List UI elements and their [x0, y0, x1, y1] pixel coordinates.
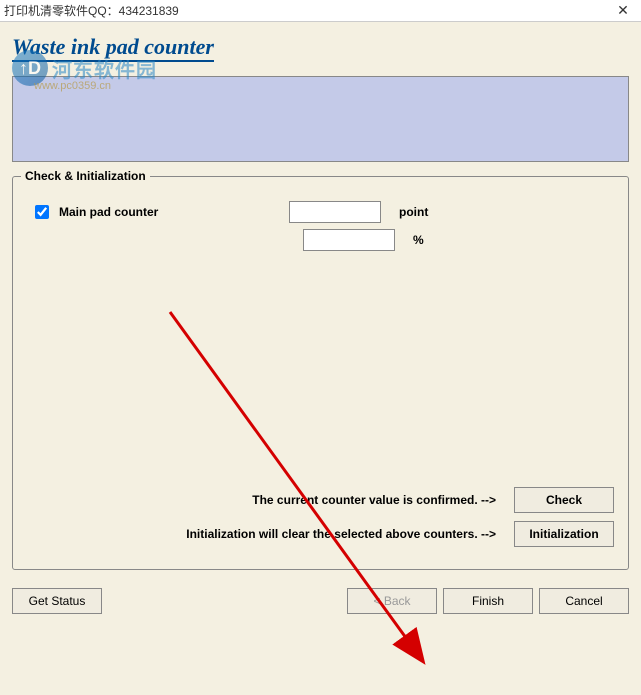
- initialization-button[interactable]: Initialization: [514, 521, 614, 547]
- percent-unit: %: [413, 233, 424, 247]
- point-unit: point: [399, 205, 428, 219]
- cancel-button[interactable]: Cancel: [539, 588, 629, 614]
- check-row: The current counter value is confirmed. …: [27, 487, 614, 513]
- page-title: Waste ink pad counter: [12, 34, 214, 62]
- window-title: 打印机清零软件QQ：434231839: [4, 2, 609, 19]
- content-area: ↑D 河东软件园 www.pc0359.cn Waste ink pad cou…: [0, 22, 641, 695]
- button-bar: Get Status < Back Finish Cancel: [12, 588, 629, 614]
- log-textarea[interactable]: [12, 76, 629, 162]
- main-pad-label: Main pad counter: [59, 205, 289, 219]
- finish-button[interactable]: Finish: [443, 588, 533, 614]
- main-pad-row: Main pad counter point: [27, 201, 614, 223]
- init-info-text: Initialization will clear the selected a…: [186, 527, 496, 541]
- bottom-info: The current counter value is confirmed. …: [27, 487, 614, 555]
- point-input[interactable]: [289, 201, 381, 223]
- init-row: Initialization will clear the selected a…: [27, 521, 614, 547]
- check-button[interactable]: Check: [514, 487, 614, 513]
- close-icon[interactable]: ✕: [609, 2, 637, 19]
- main-pad-checkbox[interactable]: [35, 205, 49, 219]
- group-legend: Check & Initialization: [21, 169, 150, 183]
- back-button[interactable]: < Back: [347, 588, 437, 614]
- check-init-group: Check & Initialization Main pad counter …: [12, 176, 629, 570]
- get-status-button[interactable]: Get Status: [12, 588, 102, 614]
- title-bar: 打印机清零软件QQ：434231839 ✕: [0, 0, 641, 22]
- percent-row: %: [303, 229, 614, 251]
- check-info-text: The current counter value is confirmed. …: [252, 493, 496, 507]
- percent-input[interactable]: [303, 229, 395, 251]
